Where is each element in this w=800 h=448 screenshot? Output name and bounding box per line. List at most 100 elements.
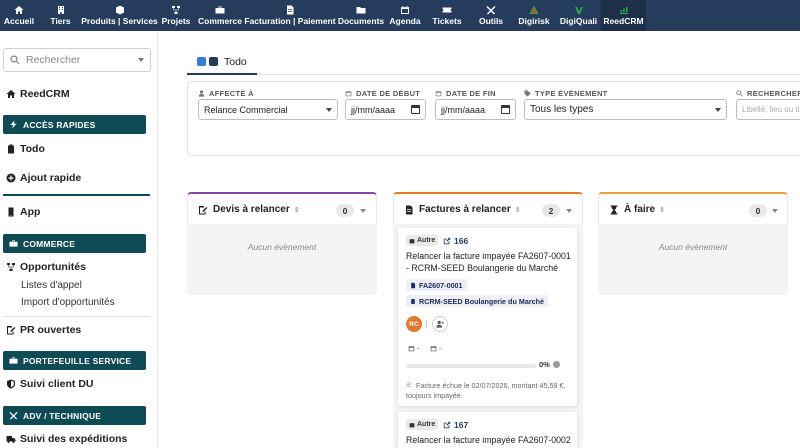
empty-message: Aucun évènement bbox=[658, 242, 728, 252]
calendar-icon bbox=[345, 91, 352, 97]
event-label: Relancer la facture impayée FA2607-0001 … bbox=[406, 251, 571, 273]
filter-assigned-select[interactable]: Relance Commercial bbox=[198, 99, 338, 120]
building-icon bbox=[57, 5, 64, 14]
sidebar-item-quick-add[interactable]: Ajout rapide bbox=[6, 172, 81, 184]
reedcrm-logo bbox=[619, 6, 628, 14]
nav-produits-services[interactable]: Produits | Services bbox=[81, 0, 158, 31]
chevron-down-icon[interactable] bbox=[360, 209, 366, 213]
nav-outils[interactable]: Outils bbox=[470, 0, 512, 31]
kanban-column-quotes: Devis à relancer ⇕ 0 Aucun évènement bbox=[187, 192, 377, 295]
search-icon bbox=[736, 90, 743, 97]
event-meta-calendar[interactable]: - bbox=[408, 344, 420, 353]
folder-icon bbox=[356, 6, 366, 13]
tab-bar: Todo bbox=[187, 50, 800, 75]
sidebar-item-app[interactable]: App bbox=[6, 206, 40, 218]
external-link-icon bbox=[443, 237, 451, 245]
filter-end-date-input[interactable]: jj/mm/aaaa bbox=[435, 99, 516, 120]
nav-agenda[interactable]: Agenda bbox=[386, 0, 424, 31]
chevron-down-icon bbox=[715, 108, 721, 112]
sidebar-module-reedcrm[interactable]: ReedCRM bbox=[6, 88, 70, 100]
sort-icon[interactable]: ⇕ bbox=[294, 206, 300, 214]
cube-icon bbox=[115, 5, 124, 14]
nav-tickets[interactable]: Tickets bbox=[424, 0, 470, 31]
invoice-icon bbox=[411, 282, 416, 288]
nav-facturation-paiement[interactable]: Facturation | Paiement bbox=[244, 0, 336, 31]
column-title: Factures à relancer ⇕ bbox=[404, 204, 521, 215]
add-user-button[interactable] bbox=[432, 316, 448, 332]
column-title: Devis à relancer ⇕ bbox=[198, 204, 300, 215]
filter-type-label: TYPE ÉVÈNEMENT bbox=[524, 89, 608, 98]
event-meta-calendar-end[interactable]: - bbox=[430, 344, 442, 353]
sidebar-section-quick-access: ACCÈS RAPIDES bbox=[3, 115, 146, 134]
building-icon bbox=[411, 298, 415, 304]
nav-reedcrm[interactable]: ReedCRM bbox=[601, 0, 646, 31]
chevron-down-icon[interactable] bbox=[566, 209, 572, 213]
chevron-down-icon bbox=[326, 108, 332, 112]
filter-search-label: RECHERCHER bbox=[736, 89, 800, 98]
nav-digirisk[interactable]: Digirisk bbox=[512, 0, 556, 31]
tools-icon bbox=[486, 5, 496, 14]
sidebar-item-todo[interactable]: Todo bbox=[6, 143, 45, 155]
plus-circle-icon bbox=[6, 173, 16, 183]
filter-search-input[interactable]: Libellé, lieu ou ti bbox=[736, 99, 800, 120]
sidebar-divider bbox=[3, 194, 150, 196]
invoice-icon bbox=[406, 205, 413, 214]
clipboard-icon bbox=[8, 144, 14, 154]
home-icon bbox=[14, 5, 24, 14]
event-id-link[interactable]: 167 bbox=[443, 420, 468, 430]
calendar-icon bbox=[409, 422, 415, 427]
separator bbox=[426, 320, 427, 328]
sidebar-item-shipping[interactable]: Suivi des expéditions bbox=[6, 433, 127, 445]
ticket-icon bbox=[442, 7, 452, 12]
progress-bar[interactable] bbox=[406, 364, 536, 368]
sidebar-section-portfolio: PORTEFEUILLE SERVICE bbox=[3, 351, 146, 370]
company-chip[interactable]: RCRM-SEED Boulangerie du Marché bbox=[406, 295, 548, 307]
sidebar-search-select[interactable]: Rechercher bbox=[3, 48, 151, 72]
nav-commerce[interactable]: Commerce bbox=[196, 0, 244, 31]
top-navigation: Accueil Tiers Produits | Services Projet… bbox=[0, 0, 800, 31]
invoice-chip[interactable]: FA2607-0001 bbox=[406, 279, 467, 291]
tab-todo[interactable]: Todo bbox=[187, 50, 257, 75]
tag-icon bbox=[524, 90, 531, 97]
edit-document-icon bbox=[199, 205, 208, 214]
event-type-badge: Autre bbox=[406, 235, 439, 246]
sort-icon[interactable]: ⇕ bbox=[659, 206, 665, 214]
calendar-icon bbox=[501, 105, 510, 114]
search-icon bbox=[10, 55, 20, 65]
event-id-link[interactable]: 166 bbox=[443, 236, 468, 246]
sidebar-item-client-follow[interactable]: Suivi client DU bbox=[6, 378, 94, 390]
check-circle-icon bbox=[552, 361, 560, 368]
nav-tiers[interactable]: Tiers bbox=[38, 0, 83, 31]
nav-accueil[interactable]: Accueil bbox=[0, 0, 38, 31]
sidebar-subitem-call-lists[interactable]: Listes d'appel bbox=[21, 280, 82, 291]
filter-type-select[interactable]: Tous les types bbox=[524, 99, 727, 120]
sitemap-icon bbox=[172, 5, 180, 14]
sidebar-subitem-import-opportunities[interactable]: Import d'opportunités bbox=[21, 297, 115, 308]
column-header: Factures à relancer ⇕ 2 bbox=[393, 192, 583, 224]
filter-start-date-input[interactable]: jj/mm/aaaa bbox=[345, 99, 426, 120]
calendar-icon bbox=[401, 5, 409, 14]
event-label: Relancer la facture impayée FA2607-0002 … bbox=[406, 435, 571, 448]
sidebar-item-pr-open[interactable]: PR ouvertes bbox=[6, 324, 81, 336]
progress-label: 0% bbox=[539, 360, 560, 369]
external-link-icon bbox=[443, 421, 451, 429]
chevron-down-icon[interactable] bbox=[772, 209, 778, 213]
filter-assigned-label: AFFECTÉ À bbox=[198, 89, 254, 98]
avatar[interactable]: RC bbox=[406, 316, 422, 332]
column-title: À faire ⇕ bbox=[609, 204, 665, 215]
sidebar-item-opportunities[interactable]: Opportunités bbox=[6, 261, 86, 273]
bolt-icon bbox=[10, 120, 17, 129]
tools-icon bbox=[9, 411, 18, 420]
nav-digiquali[interactable]: DigiQuali bbox=[556, 0, 601, 31]
user-plus-icon bbox=[436, 320, 444, 328]
nav-documents[interactable]: Documents bbox=[336, 0, 386, 31]
nav-projets[interactable]: Projets bbox=[156, 0, 196, 31]
event-card[interactable]: Autre 166 Relancer la facture impayée FA… bbox=[398, 228, 577, 406]
sidebar-section-commerce: COMMERCE bbox=[3, 234, 146, 253]
event-type-badge: Autre bbox=[406, 419, 439, 430]
sort-icon[interactable]: ⇕ bbox=[515, 206, 521, 214]
filter-end-date-label: DATE DE FIN bbox=[435, 89, 496, 98]
event-card[interactable]: Autre 167 Relancer la facture impayée FA… bbox=[398, 412, 577, 448]
filter-start-date-label: DATE DE DÉBUT bbox=[345, 89, 420, 98]
column-header: À faire ⇕ 0 bbox=[598, 192, 788, 224]
